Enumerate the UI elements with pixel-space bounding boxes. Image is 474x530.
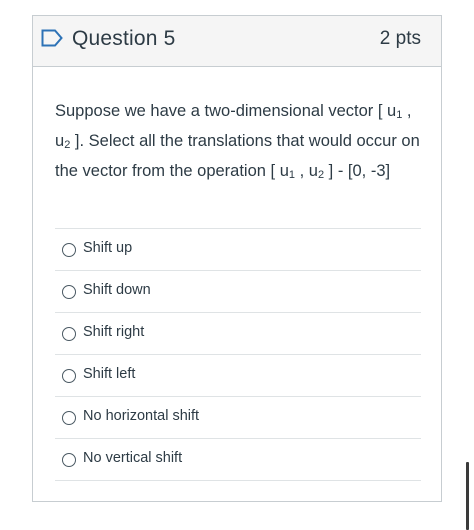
prompt-text-5: ] - [0, -3] bbox=[324, 162, 391, 180]
answer-label: Shift left bbox=[83, 366, 136, 382]
bookmark-icon[interactable] bbox=[41, 29, 63, 47]
question-title: Question 5 bbox=[72, 27, 176, 50]
question-prompt: Suppose we have a two-dimensional vector… bbox=[55, 96, 423, 186]
question-header: Question 5 2 pts bbox=[33, 16, 441, 67]
answer-label: No horizontal shift bbox=[83, 408, 200, 424]
answer-option-no-vertical-shift[interactable]: No vertical shift bbox=[55, 439, 421, 481]
radio-button[interactable] bbox=[62, 285, 76, 299]
radio-button[interactable] bbox=[62, 327, 76, 341]
answer-option-shift-up[interactable]: Shift up bbox=[55, 229, 421, 271]
prompt-text-1: Suppose we have a two-dimensional vector… bbox=[55, 102, 397, 120]
scrollbar[interactable] bbox=[466, 462, 469, 530]
answer-option-no-horizontal-shift[interactable]: No horizontal shift bbox=[55, 397, 421, 439]
answer-list: Shift up Shift down Shift right Shift le… bbox=[55, 228, 421, 481]
answer-label: Shift right bbox=[83, 324, 145, 340]
radio-button[interactable] bbox=[62, 411, 76, 425]
radio-button[interactable] bbox=[62, 243, 76, 257]
answer-label: No vertical shift bbox=[83, 450, 183, 466]
answer-label: Shift down bbox=[83, 282, 151, 298]
answer-label: Shift up bbox=[83, 240, 133, 256]
question-points: 2 pts bbox=[379, 28, 421, 49]
radio-button[interactable] bbox=[62, 453, 76, 467]
question-card: Question 5 2 pts Suppose we have a two-d… bbox=[32, 15, 442, 502]
answer-option-shift-left[interactable]: Shift left bbox=[55, 355, 421, 397]
prompt-text-4: , u bbox=[295, 162, 318, 180]
answer-option-shift-down[interactable]: Shift down bbox=[55, 271, 421, 313]
radio-button[interactable] bbox=[62, 369, 76, 383]
answer-option-shift-right[interactable]: Shift right bbox=[55, 313, 421, 355]
